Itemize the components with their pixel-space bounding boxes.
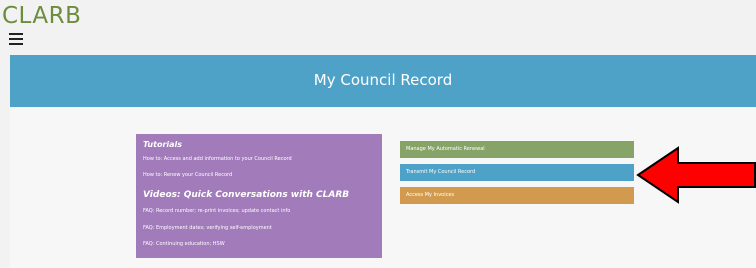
transmit-council-record-button[interactable]: Transmit My Council Record — [400, 164, 634, 181]
tutorials-heading: Tutorials — [143, 140, 183, 149]
manage-automatic-renewal-button[interactable]: Manage My Automatic Renewal — [400, 141, 634, 158]
top-bar: CLARB — [0, 0, 756, 54]
hamburger-icon[interactable] — [9, 33, 23, 45]
video-link-employment[interactable]: FAQ: Employment dates; verifying self-em… — [143, 225, 272, 231]
video-link-continuing-education[interactable]: FAQ: Continuing education; HSW — [143, 241, 225, 247]
videos-heading: Videos: Quick Conversations with CLARB — [143, 190, 350, 200]
page-title: My Council Record — [313, 71, 453, 89]
tutorial-link-renew[interactable]: How to: Renew your Council Record — [143, 172, 232, 178]
page-header-banner: My Council Record — [10, 55, 756, 107]
brand-logo[interactable]: CLARB — [2, 2, 81, 30]
tutorial-link-access[interactable]: How to: Access and add information to yo… — [143, 156, 292, 162]
resources-panel: Tutorials How to: Access and add informa… — [136, 134, 382, 258]
access-invoices-button[interactable]: Access My Invoices — [400, 187, 634, 204]
video-link-record-number[interactable]: FAQ: Record number; re-print invoices; u… — [143, 208, 290, 214]
red-arrow-icon — [636, 146, 756, 204]
